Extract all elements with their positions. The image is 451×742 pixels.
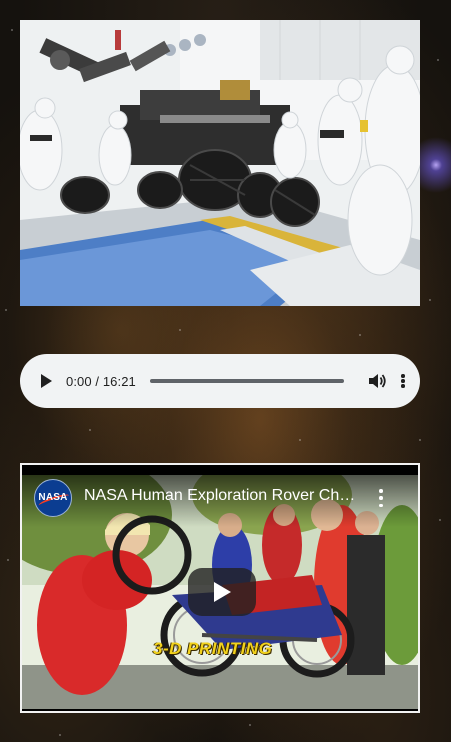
- rover-assembly-photo: [20, 20, 420, 306]
- audio-more-options-button[interactable]: [400, 372, 406, 390]
- volume-icon: [369, 374, 386, 388]
- more-vert-dot: [379, 496, 383, 500]
- audio-seek-bar[interactable]: [149, 379, 344, 383]
- video-title-link[interactable]: NASA Human Exploration Rover Challenge: [84, 487, 364, 505]
- more-vert-icon: [379, 489, 383, 493]
- video-play-button[interactable]: [188, 568, 256, 616]
- play-icon: [214, 582, 231, 602]
- more-vert-dot: [401, 379, 405, 383]
- video-embed[interactable]: NASA NASA Human Exploration Rover Challe…: [20, 463, 420, 713]
- audio-player: 0:00 / 16:21: [20, 354, 420, 408]
- video-more-options-button[interactable]: [378, 489, 384, 507]
- audio-time-display: 0:00 / 16:21: [66, 373, 136, 389]
- play-icon: [41, 374, 52, 388]
- more-vert-icon: [401, 374, 405, 378]
- video-caption: 3-D PRINTING: [153, 639, 273, 658]
- more-vert-dot: [401, 384, 405, 388]
- channel-logo[interactable]: NASA: [34, 479, 72, 517]
- channel-logo-text: NASA: [38, 492, 68, 503]
- more-vert-dot: [379, 503, 383, 507]
- audio-volume-button[interactable]: [368, 371, 388, 391]
- audio-play-button[interactable]: [38, 372, 54, 390]
